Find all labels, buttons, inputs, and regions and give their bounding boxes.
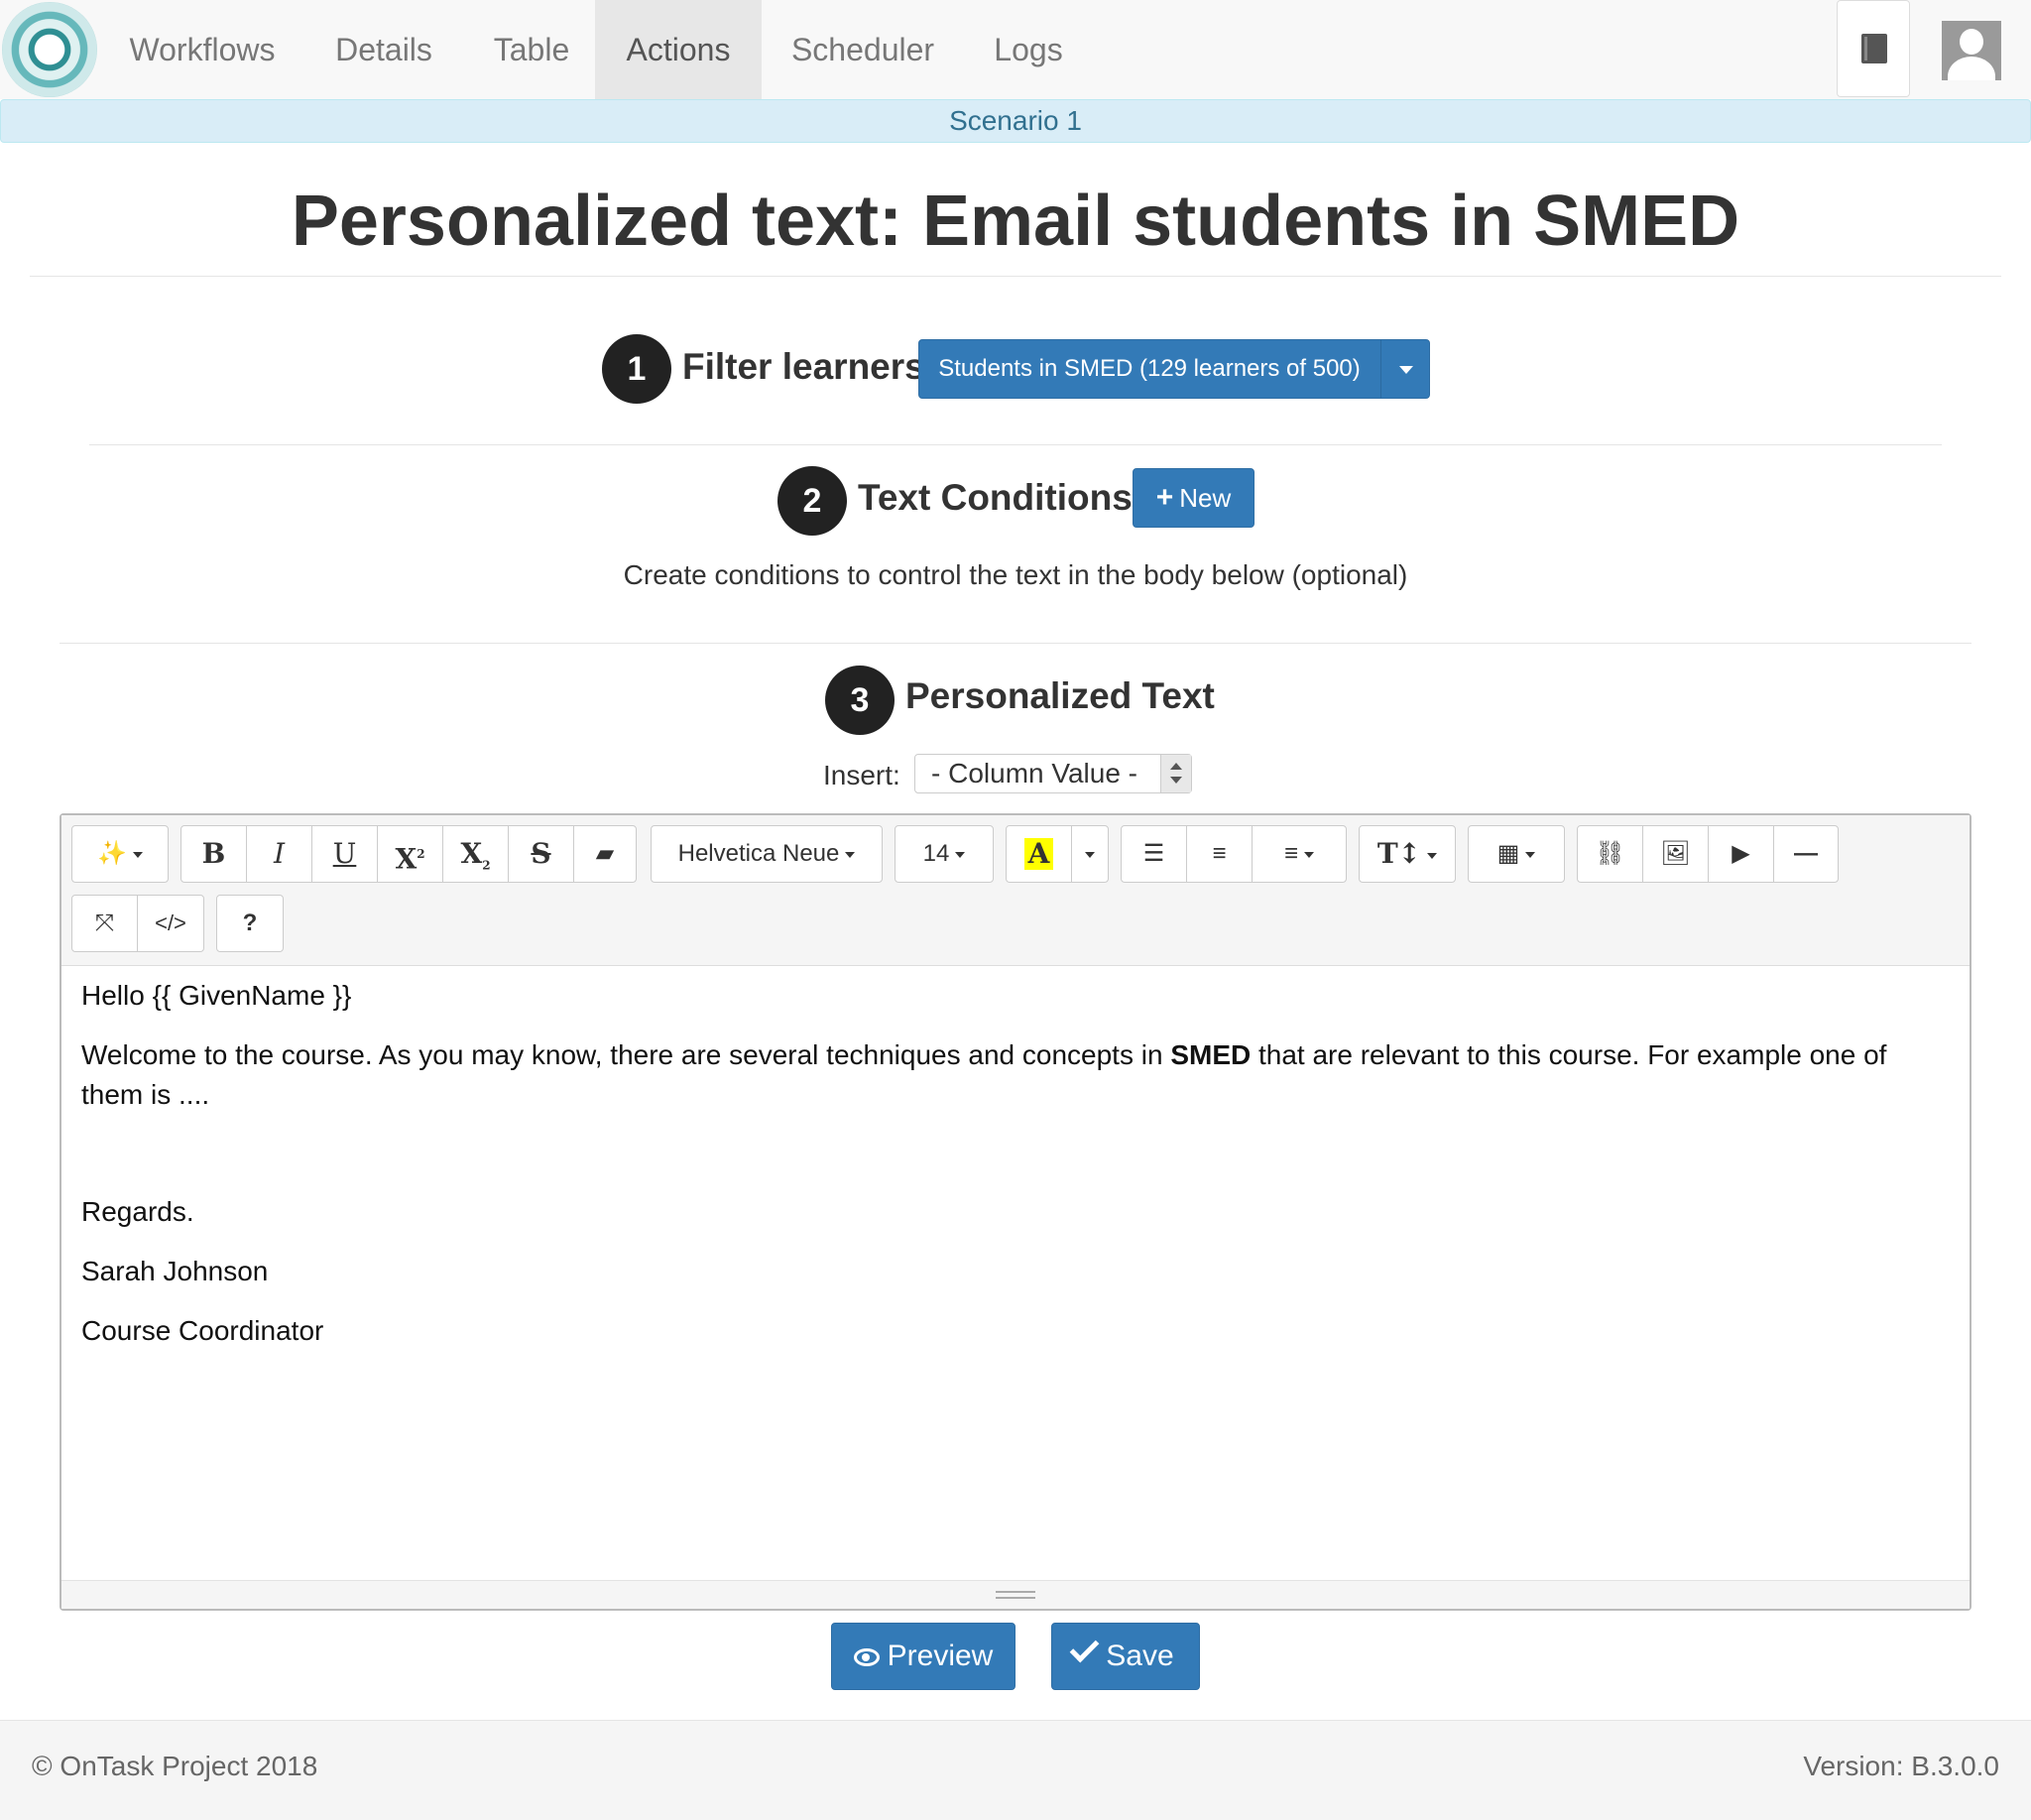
checkmark-icon [1069, 1633, 1100, 1663]
image-icon[interactable]: 🖼 [1643, 826, 1709, 882]
font-name-value: Helvetica Neue [677, 840, 840, 867]
text-conditions-label: Text Conditions [858, 477, 1133, 518]
book-icon [1861, 34, 1887, 63]
underline-button[interactable]: U [312, 826, 378, 882]
strikethrough-icon[interactable]: S [509, 826, 574, 882]
save-button[interactable]: Save [1051, 1623, 1200, 1690]
editor-resize-handle[interactable] [61, 1580, 1970, 1609]
page-title: Personalized text: Email students in SME… [291, 182, 1740, 261]
plus-icon: + [1155, 481, 1174, 514]
select-arrows-icon [1160, 755, 1191, 792]
paragraph-group: ☰ ≡ ≡ [1121, 825, 1347, 883]
insert-column-select[interactable]: - Column Value - [914, 754, 1192, 793]
ontask-logo[interactable] [2, 2, 97, 97]
help-button[interactable]: ? [217, 896, 283, 951]
nav-logs[interactable]: Logs [964, 0, 1093, 99]
color-dropdown-icon[interactable] [1072, 826, 1108, 882]
nav-workflows[interactable]: Workflows [105, 0, 299, 99]
filter-learners-label: Filter learners [682, 346, 925, 387]
editor-content[interactable]: Hello {{ GivenName }} Welcome to the cou… [61, 966, 1970, 1581]
step-2-badge: 2 [777, 466, 847, 536]
insert-group: ⛓ 🖼 ▶ — [1577, 825, 1839, 883]
new-condition-button[interactable]: + New [1133, 468, 1254, 528]
nav-details[interactable]: Details [299, 0, 468, 99]
page-footer: © OnTask Project 2018 Version: B.3.0.0 [0, 1720, 2031, 1820]
font-name-dropdown[interactable]: Helvetica Neue [652, 826, 882, 882]
editor-toolbar: ✨ B I U X2 X2 S ▰ Helvetica Neue 14 A ☰ … [61, 815, 1970, 966]
documentation-button[interactable] [1837, 0, 1910, 97]
nav-actions[interactable]: Actions [595, 0, 762, 99]
new-condition-label: New [1179, 483, 1232, 513]
conditions-help-text: Create conditions to control the text in… [623, 559, 1408, 590]
insert-label: Insert: [823, 760, 900, 790]
nav-scheduler[interactable]: Scheduler [762, 0, 964, 99]
font-size-value: 14 [922, 840, 950, 867]
preview-label: Preview [887, 1639, 994, 1672]
top-navbar: Workflows Details Table Actions Schedule… [0, 0, 2031, 99]
nav-table[interactable]: Table [468, 0, 595, 99]
smed-bold-text: SMED [1170, 1039, 1252, 1070]
personalized-text-label: Personalized Text [905, 675, 1215, 716]
bold-button[interactable]: B [181, 826, 247, 882]
code-view-button[interactable]: </> [138, 896, 203, 951]
footer-copyright: © OnTask Project 2018 [32, 1751, 318, 1781]
ordered-list-icon[interactable]: ≡ [1187, 826, 1253, 882]
body-paragraph: Welcome to the course. As you may know, … [81, 1039, 1887, 1110]
italic-button[interactable]: I [247, 826, 312, 882]
filter-description[interactable]: Students in SMED (129 learners of 500) [919, 340, 1379, 398]
insert-column-value: - Column Value - [931, 758, 1138, 789]
font-style-group: B I U X2 X2 S ▰ [180, 825, 637, 883]
caret-down-icon[interactable] [1399, 366, 1413, 374]
superscript-icon[interactable]: X2 [378, 826, 443, 882]
signature-name: Sarah Johnson [81, 1256, 269, 1286]
footer-version: Version: B.3.0.0 [1803, 1751, 1999, 1781]
step-1-badge: 1 [602, 334, 671, 404]
paragraph-align-icon[interactable]: ≡ [1253, 826, 1346, 882]
workflow-name-banner: Scenario 1 [0, 99, 2031, 143]
eye-icon [853, 1648, 880, 1667]
font-size-dropdown[interactable]: 14 [896, 826, 993, 882]
step-divider [60, 643, 1971, 644]
table-icon[interactable]: ▦ [1469, 826, 1564, 882]
color-group: A [1006, 825, 1109, 883]
preview-button[interactable]: Preview [831, 1623, 1016, 1690]
video-icon[interactable]: ▶ [1709, 826, 1774, 882]
eraser-icon[interactable]: ▰ [574, 826, 636, 882]
view-group: ⤧ </> [71, 895, 204, 952]
signature-role: Course Coordinator [81, 1315, 324, 1346]
step-divider [89, 444, 1942, 445]
save-label: Save [1106, 1639, 1174, 1672]
style-magic-icon[interactable]: ✨ [72, 826, 168, 882]
link-icon[interactable]: ⛓ [1578, 826, 1643, 882]
greeting-line: Hello {{ GivenName }} [81, 980, 352, 1011]
user-avatar[interactable] [1942, 21, 2001, 80]
rich-text-editor: ✨ B I U X2 X2 S ▰ Helvetica Neue 14 A ☰ … [60, 813, 1971, 1611]
filter-dropdown-button[interactable]: Students in SMED (129 learners of 500) [918, 339, 1430, 399]
closing-line: Regards. [81, 1196, 194, 1227]
step-3-badge: 3 [825, 666, 895, 735]
unordered-list-icon[interactable]: ☰ [1122, 826, 1187, 882]
highlight-color-icon[interactable]: A [1007, 826, 1072, 882]
subscript-icon[interactable]: X2 [443, 826, 509, 882]
horizontal-rule-icon[interactable]: — [1774, 826, 1838, 882]
title-divider [30, 276, 2001, 277]
line-height-icon[interactable]: T↕ [1360, 826, 1455, 882]
fullscreen-icon[interactable]: ⤧ [72, 896, 138, 951]
